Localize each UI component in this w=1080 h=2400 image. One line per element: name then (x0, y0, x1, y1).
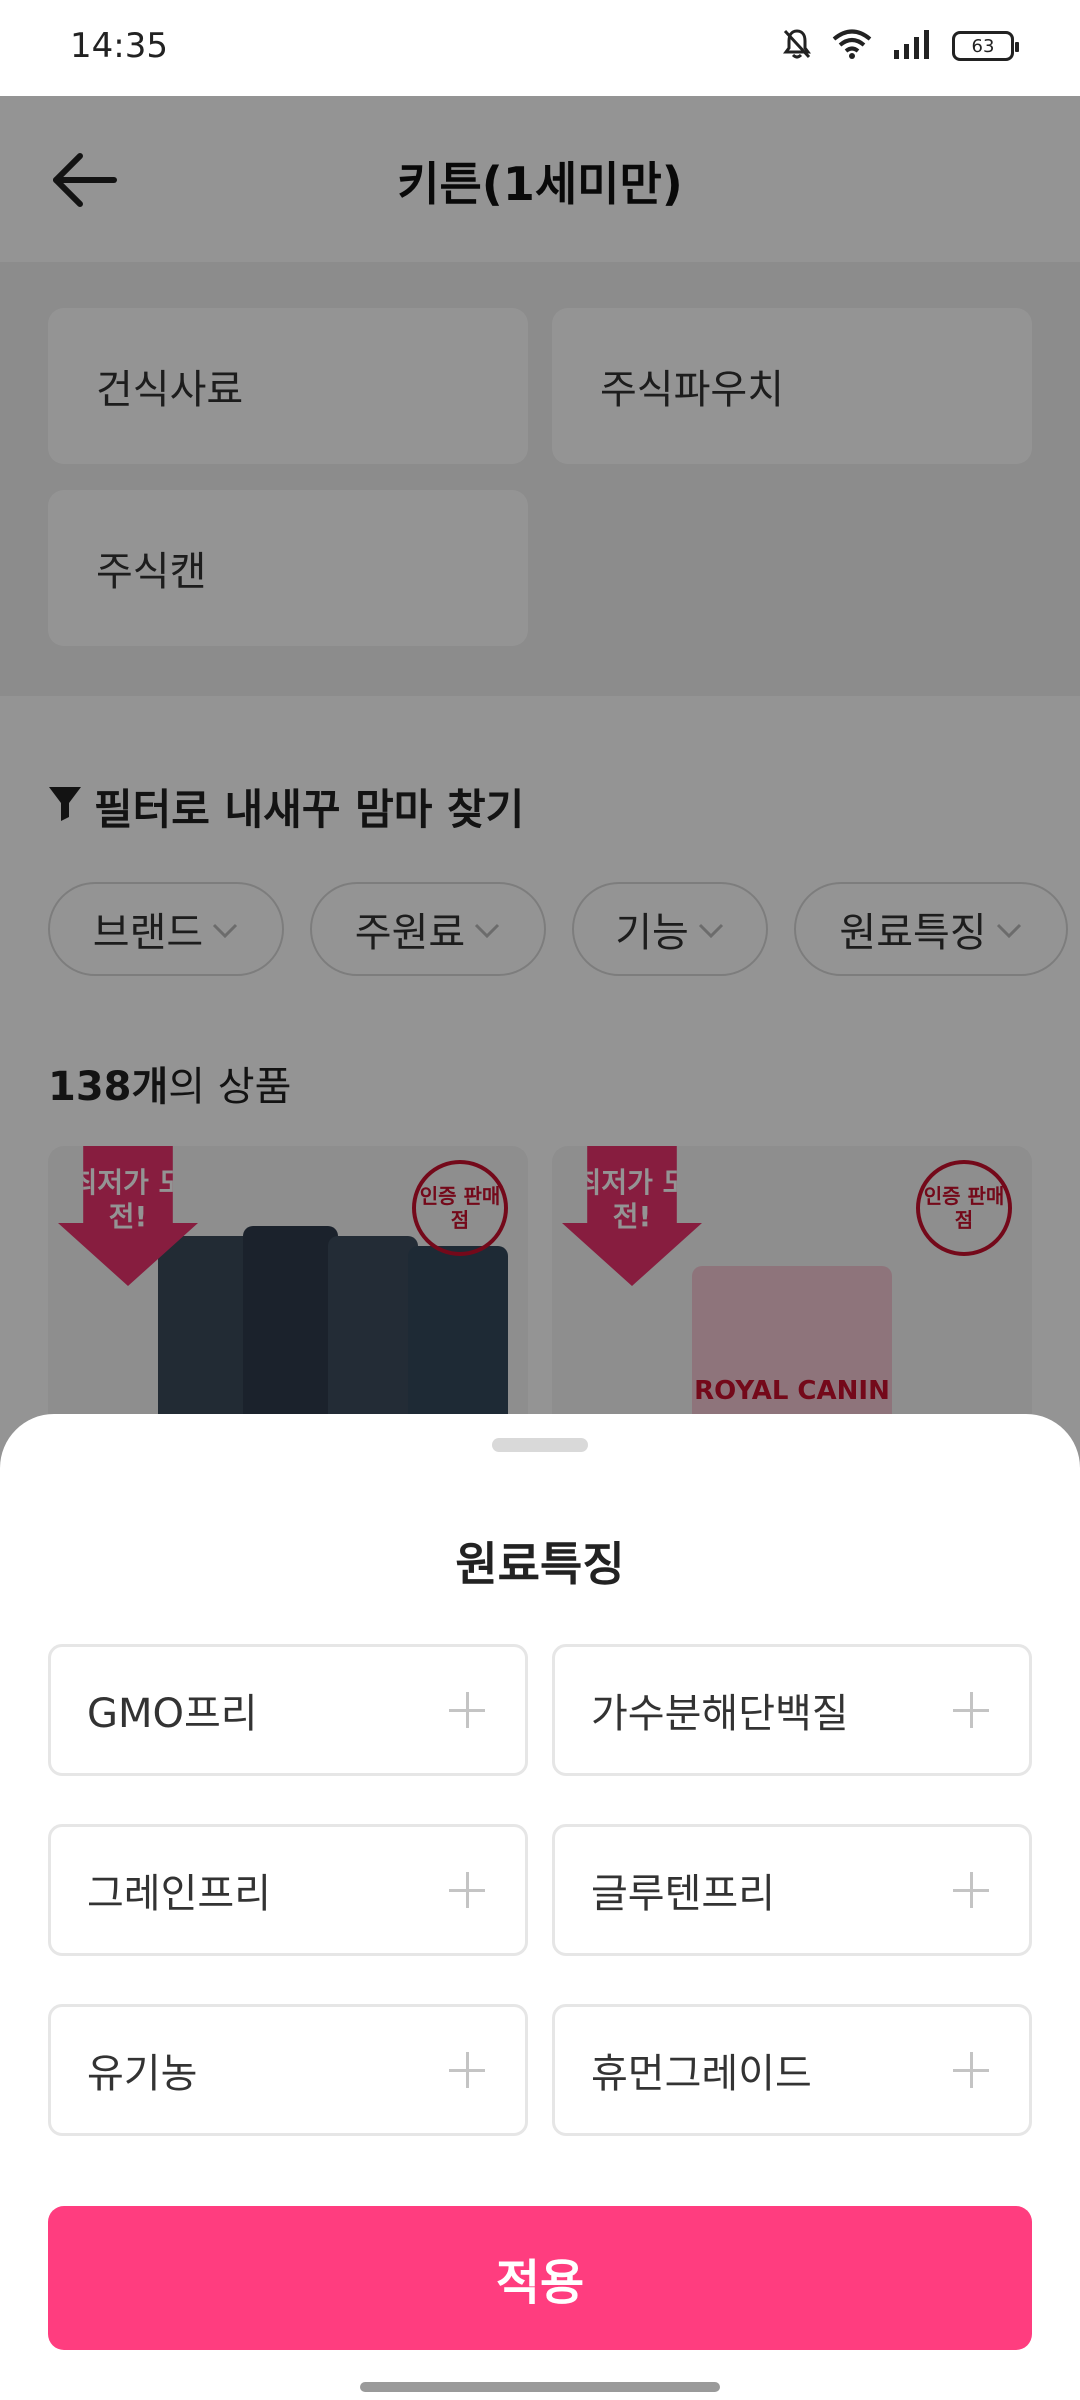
bell-off-icon (782, 28, 812, 64)
bottom-sheet: 원료특징 GMO프리 가수분해단백질 그레인프리 글루텐프리 유기농 휴먼그레이… (0, 1414, 1080, 2400)
drag-handle[interactable] (492, 1438, 588, 1452)
home-indicator[interactable] (360, 2382, 720, 2392)
wifi-icon (832, 28, 872, 64)
plus-icon (449, 2052, 485, 2088)
plus-icon (953, 1872, 989, 1908)
plus-icon (953, 2052, 989, 2088)
option-hydrolyzed-protein[interactable]: 가수분해단백질 (552, 1644, 1032, 1776)
option-gluten-free[interactable]: 글루텐프리 (552, 1824, 1032, 1956)
option-label: 휴먼그레이드 (591, 2051, 812, 2097)
status-icons: 63 (782, 28, 1019, 64)
option-label: GMO프리 (87, 1691, 258, 1737)
battery-icon: 63 (952, 31, 1019, 61)
option-gmo-free[interactable]: GMO프리 (48, 1644, 528, 1776)
sheet-title: 원료특징 (455, 1537, 625, 1591)
plus-icon (953, 1692, 989, 1728)
plus-icon (449, 1872, 485, 1908)
status-time: 14:35 (70, 26, 168, 66)
plus-icon (449, 1692, 485, 1728)
option-label: 글루텐프리 (591, 1871, 775, 1917)
option-label: 유기농 (87, 2051, 198, 2097)
signal-icon (892, 28, 932, 64)
apply-button[interactable]: 적용 (48, 2206, 1032, 2350)
option-organic[interactable]: 유기농 (48, 2004, 528, 2136)
option-grain-free[interactable]: 그레인프리 (48, 1824, 528, 1956)
option-label: 그레인프리 (87, 1871, 271, 1917)
option-human-grade[interactable]: 휴먼그레이드 (552, 2004, 1032, 2136)
status-bar: 14:35 63 (0, 0, 1080, 96)
option-label: 가수분해단백질 (591, 1691, 849, 1737)
